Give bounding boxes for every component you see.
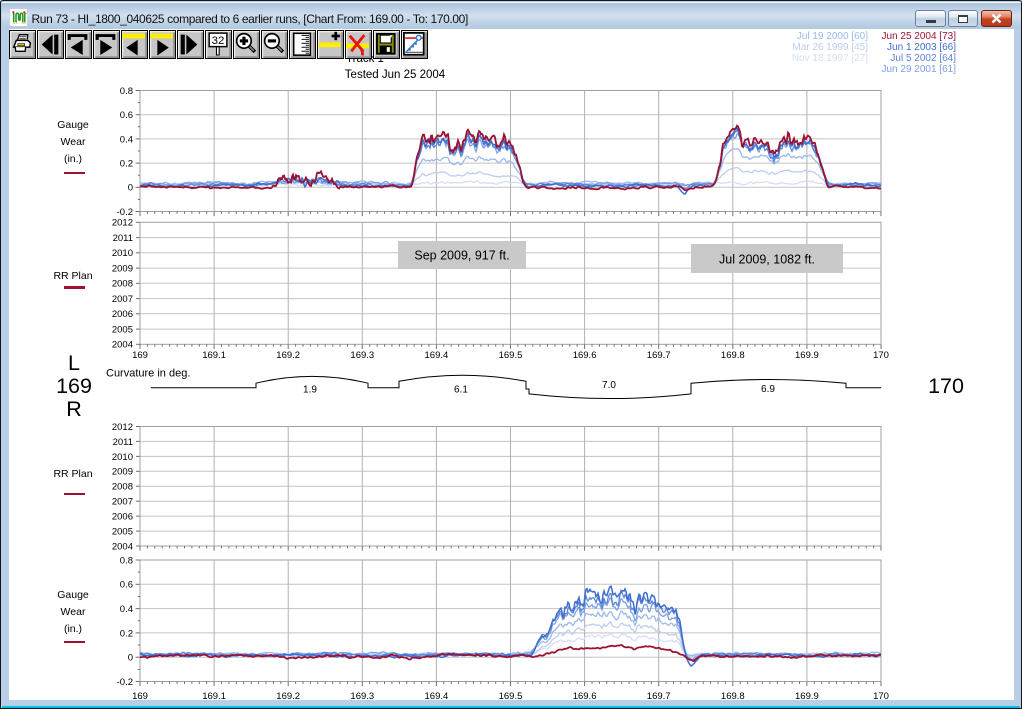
- svg-text:169.7: 169.7: [647, 691, 671, 702]
- svg-text:169.4: 169.4: [425, 691, 449, 702]
- svg-text:0.4: 0.4: [120, 134, 133, 145]
- svg-text:2010: 2010: [112, 248, 133, 259]
- svg-text:Curvature in deg.: Curvature in deg.: [106, 368, 190, 380]
- svg-text:169.7: 169.7: [647, 350, 671, 361]
- svg-text:0.4: 0.4: [120, 604, 133, 615]
- svg-text:2012: 2012: [112, 218, 133, 229]
- svg-text:169.3: 169.3: [350, 350, 374, 361]
- svg-text:169: 169: [132, 350, 148, 361]
- svg-text:169.8: 169.8: [721, 350, 745, 361]
- svg-text:169.5: 169.5: [499, 691, 523, 702]
- svg-text:2005: 2005: [112, 527, 133, 538]
- svg-text:2005: 2005: [112, 324, 133, 335]
- svg-text:0.2: 0.2: [120, 159, 133, 170]
- svg-text:2009: 2009: [112, 467, 133, 478]
- svg-text:-0.2: -0.2: [117, 207, 133, 218]
- svg-text:2008: 2008: [112, 482, 133, 493]
- svg-text:169.2: 169.2: [276, 691, 300, 702]
- svg-text:169.1: 169.1: [202, 350, 226, 361]
- svg-text:2012: 2012: [112, 422, 133, 433]
- svg-text:7.0: 7.0: [602, 380, 616, 391]
- svg-text:170: 170: [873, 691, 889, 702]
- svg-text:32: 32: [212, 35, 225, 47]
- svg-text:2007: 2007: [112, 294, 133, 305]
- svg-text:169.5: 169.5: [499, 350, 523, 361]
- svg-text:6.9: 6.9: [761, 384, 775, 395]
- svg-text:0: 0: [128, 183, 133, 194]
- svg-text:2011: 2011: [113, 233, 133, 244]
- svg-text:2009: 2009: [112, 263, 133, 274]
- svg-text:6.1: 6.1: [454, 385, 468, 396]
- svg-text:0.2: 0.2: [120, 628, 133, 639]
- svg-text:2010: 2010: [112, 452, 133, 463]
- svg-text:169.8: 169.8: [721, 691, 745, 702]
- svg-text:2006: 2006: [112, 309, 133, 320]
- svg-text:2006: 2006: [112, 512, 133, 523]
- svg-text:169: 169: [132, 691, 148, 702]
- svg-text:0.8: 0.8: [120, 555, 133, 566]
- svg-text:-0.2: -0.2: [117, 677, 133, 688]
- svg-text:169.9: 169.9: [795, 350, 819, 361]
- svg-text:169.3: 169.3: [350, 691, 374, 702]
- svg-text:169.2: 169.2: [276, 350, 300, 361]
- svg-text:169.6: 169.6: [573, 691, 597, 702]
- svg-text:169.1: 169.1: [202, 691, 226, 702]
- svg-text:2007: 2007: [112, 497, 133, 508]
- svg-text:2004: 2004: [112, 541, 133, 552]
- svg-text:0.8: 0.8: [120, 86, 133, 97]
- svg-text:0.6: 0.6: [120, 580, 133, 591]
- svg-text:170: 170: [873, 350, 889, 361]
- svg-text:169.4: 169.4: [425, 350, 449, 361]
- svg-text:Jul 2009, 1082 ft.: Jul 2009, 1082 ft.: [719, 253, 815, 267]
- svg-text:169.6: 169.6: [573, 350, 597, 361]
- svg-text:2011: 2011: [113, 437, 133, 448]
- svg-text:0: 0: [128, 653, 133, 664]
- svg-text:2004: 2004: [112, 340, 133, 351]
- svg-text:Sep 2009, 917 ft.: Sep 2009, 917 ft.: [414, 249, 509, 263]
- svg-text:1.9: 1.9: [303, 385, 317, 396]
- svg-text:2008: 2008: [112, 279, 133, 290]
- svg-text:169.9: 169.9: [795, 691, 819, 702]
- svg-text:0.6: 0.6: [120, 110, 133, 121]
